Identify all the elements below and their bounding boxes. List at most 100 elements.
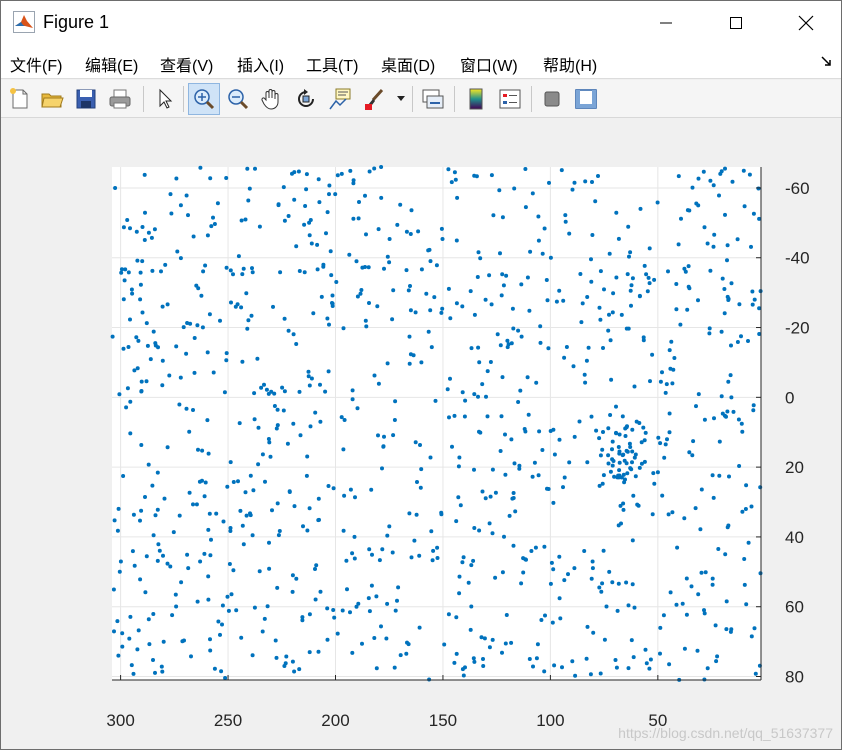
- close-button[interactable]: [771, 1, 841, 45]
- scatter-point: [273, 638, 278, 643]
- scatter-point: [196, 286, 201, 291]
- scatter-point: [228, 268, 233, 273]
- menu-desktop[interactable]: 桌面(D): [381, 52, 435, 76]
- scatter-point: [209, 537, 213, 542]
- zoom-in-button[interactable]: [188, 83, 220, 115]
- rotate-3d-button[interactable]: [290, 83, 322, 115]
- scatter-point: [519, 334, 524, 339]
- scatter-point: [620, 414, 625, 419]
- scatter-point: [559, 168, 564, 173]
- scatter-point: [578, 272, 583, 276]
- scatter-point: [208, 648, 213, 653]
- link-plot-button[interactable]: [417, 83, 449, 115]
- scatter-point: [702, 417, 707, 422]
- menu-help[interactable]: 帮助(H): [543, 52, 597, 76]
- scatter-point: [687, 208, 692, 213]
- scatter-point: [407, 511, 412, 516]
- save-button[interactable]: [70, 83, 102, 115]
- new-figure-button[interactable]: [4, 83, 36, 115]
- menu-view[interactable]: 查看(V): [160, 52, 213, 76]
- scatter-point: [522, 427, 527, 431]
- show-plot-tools-button[interactable]: [570, 83, 602, 115]
- data-cursor-button[interactable]: [324, 83, 356, 115]
- scatter-point: [630, 582, 635, 587]
- scatter-point: [352, 534, 357, 539]
- scatter-point: [231, 568, 236, 573]
- scatter-point: [185, 321, 190, 325]
- scatter-point: [729, 395, 734, 400]
- scatter-point: [442, 642, 447, 647]
- scatter-point: [448, 316, 453, 321]
- pan-button[interactable]: [256, 83, 288, 115]
- scatter-point: [185, 552, 190, 557]
- legend-button[interactable]: [494, 83, 526, 115]
- scatter-point: [411, 353, 416, 358]
- brush-dropdown-button[interactable]: [394, 83, 408, 115]
- scatter-point: [283, 661, 288, 666]
- menu-window[interactable]: 窗口(W): [460, 52, 518, 76]
- scatter-point: [119, 270, 124, 275]
- scatter-point: [168, 564, 173, 569]
- scatter-point: [160, 358, 165, 363]
- scatter-point: [274, 426, 279, 431]
- maximize-button[interactable]: [701, 1, 771, 45]
- scatter-point: [150, 483, 155, 488]
- scatter-point: [523, 205, 528, 210]
- menu-tools[interactable]: 工具(T): [306, 52, 358, 76]
- scatter-point: [379, 165, 384, 169]
- scatter-point: [750, 289, 755, 294]
- scatter-point: [199, 293, 204, 298]
- print-button[interactable]: [104, 83, 136, 115]
- colorbar-button[interactable]: [460, 83, 492, 115]
- scatter-point: [318, 589, 323, 594]
- scatter-point: [435, 545, 440, 550]
- scatter-point: [570, 187, 575, 192]
- scatter-point: [493, 575, 498, 580]
- menu-file[interactable]: 文件(F): [10, 52, 62, 76]
- title-bar[interactable]: Figure 1: [1, 1, 841, 45]
- scatter-point: [450, 444, 454, 449]
- scatter-point: [195, 599, 200, 604]
- menu-edit[interactable]: 编辑(E): [85, 52, 138, 76]
- scatter-point: [500, 650, 504, 655]
- hide-plot-tools-button[interactable]: [536, 83, 568, 115]
- scatter-point: [112, 518, 117, 523]
- dock-arrow-icon[interactable]: [819, 54, 833, 68]
- zoom-out-button[interactable]: [222, 83, 254, 115]
- scatter-point: [266, 437, 271, 441]
- scatter-point: [202, 494, 207, 499]
- scatter-point: [598, 269, 603, 274]
- scatter-point: [126, 270, 131, 275]
- scatter-point: [201, 269, 206, 274]
- scatter-point: [652, 481, 657, 486]
- scatter-point: [607, 312, 611, 317]
- scatter-point: [325, 606, 330, 611]
- scatter-point: [135, 258, 140, 263]
- minimize-button[interactable]: [631, 1, 701, 45]
- scatter-point: [500, 570, 505, 575]
- scatter-point: [340, 608, 345, 613]
- scatter-point: [725, 258, 729, 263]
- brush-button[interactable]: [358, 83, 390, 115]
- scatter-point: [348, 487, 353, 492]
- scatter-point: [726, 298, 731, 302]
- scatter-point: [267, 540, 271, 545]
- scatter-point: [601, 346, 605, 350]
- scatter-point: [226, 608, 231, 613]
- figure-canvas[interactable]: 300 250 200 150 100 50 -60 -40 -20 0 20 40 60 80 http…: [1, 119, 841, 749]
- scatter-point: [334, 280, 339, 284]
- scatter-point: [519, 581, 524, 586]
- scatter-point: [327, 322, 331, 327]
- scatter-point: [245, 326, 250, 331]
- pointer-button[interactable]: [149, 83, 181, 115]
- scatter-point: [529, 549, 534, 553]
- open-file-button[interactable]: [36, 83, 68, 115]
- menu-insert[interactable]: 插入(I): [237, 52, 284, 76]
- scatter-point: [540, 251, 545, 256]
- scatter-point: [351, 181, 356, 186]
- scatter-point: [675, 545, 680, 550]
- scatter-point: [285, 441, 290, 446]
- scatter-plot[interactable]: 300 250 200 150 100 50-60-40-20020406080: [1, 119, 841, 749]
- scatter-point: [317, 517, 321, 522]
- scatter-point: [376, 381, 381, 386]
